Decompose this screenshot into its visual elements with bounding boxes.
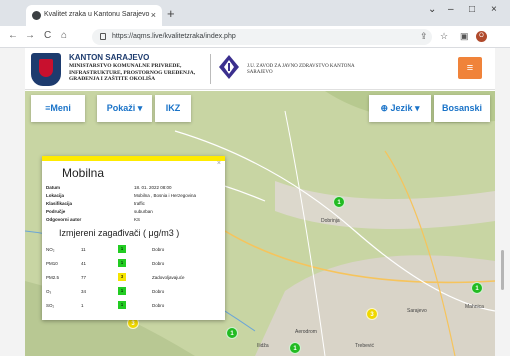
jezik-dropdown[interactable]: ⊕ Jezik ▾	[369, 95, 431, 122]
index-badge: 1	[118, 259, 126, 267]
url-text: https://aqms.live/kvalitetzraka/index.ph…	[112, 33, 236, 40]
new-tab-button[interactable]: +	[167, 6, 175, 21]
detail-value: traffic	[134, 201, 145, 206]
header-divider	[210, 54, 211, 84]
reload-icon[interactable]: C	[44, 30, 51, 41]
detail-label: Klasifikacija	[46, 201, 73, 206]
url-input[interactable]: https://aqms.live/kvalitetzraka/index.ph…	[92, 29, 432, 45]
pollutant-name: NO₂	[46, 247, 55, 252]
pollutant-status: Dobro	[152, 303, 165, 308]
tab-title: Kvalitet zraka u Kantonu Sarajevo	[44, 11, 150, 18]
index-badge: 3	[118, 273, 126, 281]
index-badge: 1	[118, 245, 126, 253]
index-badge: 1	[118, 287, 126, 295]
pollutant-row: SO₂ 1 1 Dobro	[44, 300, 224, 310]
maximize-icon[interactable]: □	[469, 4, 475, 15]
pollutant-row: O₃ 34 1 Dobro	[44, 286, 224, 296]
close-icon[interactable]: ×	[151, 10, 156, 20]
browser-window: Kvalitet zraka u Kantonu Sarajevo × + ⌄ …	[0, 0, 510, 356]
coat-of-arms-logo	[31, 53, 61, 86]
lock-icon	[100, 33, 106, 40]
back-icon[interactable]: ←	[8, 30, 18, 41]
station-marker[interactable]: 3	[366, 308, 378, 320]
scrollbar-thumb[interactable]	[501, 250, 504, 290]
pollutants-heading: Izmjereni zagađivači ( μg/m3 )	[59, 228, 180, 238]
pollutant-status: Dobro	[152, 261, 165, 266]
tab-bar: Kvalitet zraka u Kantonu Sarajevo × + ⌄ …	[0, 0, 510, 26]
detail-label: Datum	[46, 185, 61, 190]
station-marker[interactable]: 1	[226, 327, 238, 339]
pollutant-value: 1	[81, 303, 84, 308]
popup-close-icon[interactable]: ×	[217, 160, 221, 167]
popup-title: Mobilna	[62, 166, 105, 180]
sidepanel-icon[interactable]: ▣	[460, 31, 469, 42]
detail-label: Područje	[46, 209, 66, 214]
station-marker[interactable]: 1	[289, 342, 301, 354]
map-label: Aerodrom	[295, 329, 317, 335]
pollutant-name: SO₂	[46, 303, 55, 308]
pollutant-status: Zadovoljavajuće	[152, 275, 185, 280]
hamburger-menu-button[interactable]: ≡	[458, 57, 482, 79]
pollutant-value: 34	[81, 289, 87, 294]
window-close-icon[interactable]: ×	[491, 4, 497, 15]
zavod-logo-icon	[219, 55, 239, 79]
pollutant-status: Dobro	[152, 289, 165, 294]
canton-title: KANTON SARAJEVO	[69, 53, 150, 62]
home-icon[interactable]: ⌂	[61, 30, 67, 41]
browser-tab[interactable]: Kvalitet zraka u Kantonu Sarajevo ×	[26, 5, 162, 26]
detail-value: suburban	[134, 209, 153, 214]
forward-icon[interactable]: →	[25, 30, 35, 41]
map-label: Mahnica	[465, 304, 484, 310]
popup-status-bar	[42, 156, 225, 161]
detail-value: 18. 01. 2022 08:00	[134, 185, 172, 190]
bookmark-star-icon[interactable]: ☆	[440, 31, 448, 42]
detail-row: Područje suburban	[44, 208, 224, 216]
index-badge: 1	[118, 301, 126, 309]
detail-label: Lokacija	[46, 193, 65, 198]
pokazi-dropdown[interactable]: Pokaži ▾	[97, 95, 152, 122]
map-label: Dobrinja	[321, 218, 340, 224]
pollutant-row: NO₂ 11 1 Dobro	[44, 244, 224, 254]
pollutant-value: 77	[81, 275, 87, 280]
ministry-name: MINISTARSTVO KOMUNALNE PRIVREDE, INFRAST…	[69, 63, 196, 82]
ikz-button[interactable]: IKZ	[155, 95, 191, 122]
detail-row: Lokacija Mobilna , Bosnia i Herzegovina	[44, 192, 224, 200]
detail-value: KS	[134, 217, 141, 222]
site-header: KANTON SARAJEVO MINISTARSTVO KOMUNALNE P…	[25, 48, 495, 90]
detail-label: Odgovorni autor	[46, 217, 82, 222]
meni-button[interactable]: ≡Meni	[31, 95, 85, 122]
minimize-icon[interactable]: –	[448, 4, 454, 15]
language-bosanski-button[interactable]: Bosanski	[434, 95, 490, 122]
page-scrollbar[interactable]	[500, 50, 505, 350]
pollutant-row: PM10 41 1 Dobro	[44, 258, 224, 268]
tab-search-icon[interactable]: ⌄	[428, 4, 436, 15]
map-label: Trebević	[355, 343, 374, 349]
pollutant-name: PM2.5	[46, 275, 60, 280]
map-label: Sarajevo	[407, 308, 427, 314]
share-icon[interactable]: ⇪	[420, 31, 428, 42]
detail-row: Datum 18. 01. 2022 08:00	[44, 184, 224, 192]
page-content: KANTON SARAJEVO MINISTARSTVO KOMUNALNE P…	[25, 48, 495, 356]
air-quality-map[interactable]: ≡Meni Pokaži ▾ IKZ ⊕ Jezik ▾ Bosanski Do…	[25, 91, 495, 356]
address-bar: ← → C ⌂ https://aqms.live/kvalitetzraka/…	[0, 26, 510, 48]
station-popup: × Mobilna Datum 18. 01. 2022 08:00 Lokac…	[42, 156, 225, 320]
detail-value: Mobilna , Bosnia i Herzegovina	[134, 193, 197, 198]
profile-avatar[interactable]: O	[476, 31, 487, 42]
zavod-name: J.U. ZAVOD ZA JAVNO ZDRAVSTVO KANTONA SA…	[247, 64, 355, 75]
pollutant-status: Dobro	[152, 247, 165, 252]
map-label: Ilidža	[257, 343, 269, 349]
station-marker[interactable]: 1	[333, 196, 345, 208]
pollutant-row: PM2.5 77 3 Zadovoljavajuće	[44, 272, 224, 282]
pollutant-name: O₃	[46, 289, 52, 294]
pollutant-value: 41	[81, 261, 87, 266]
detail-row: Odgovorni autor KS	[44, 216, 224, 224]
detail-row: Klasifikacija traffic	[44, 200, 224, 208]
station-marker[interactable]: 1	[471, 282, 483, 294]
globe-icon	[32, 11, 41, 20]
pollutant-value: 11	[81, 247, 86, 252]
pollutant-name: PM10	[46, 261, 58, 266]
